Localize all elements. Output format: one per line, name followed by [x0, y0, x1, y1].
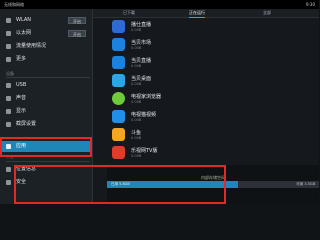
app-name: 乐视网TV版 — [131, 148, 158, 154]
sidebar-item-label: 应用 — [16, 143, 27, 149]
app-row[interactable]: 播仕直播 0.00B — [107, 18, 307, 36]
status-bar: 无线和网络 9:30 — [0, 0, 319, 9]
app-row[interactable]: 斗鱼 0.00B — [107, 126, 307, 144]
sidebar-item-label: USB — [16, 82, 27, 88]
app-icon — [112, 38, 125, 51]
app-size: 0.00B — [131, 118, 142, 122]
app-row[interactable]: 当贝桌面 0.00B — [107, 72, 307, 90]
section-device: 设备 — [6, 71, 90, 78]
display-icon — [6, 109, 11, 114]
app-name: 当贝市场 — [131, 40, 152, 46]
status-title: 无线和网络 — [4, 2, 24, 7]
storage-bar: 已用 5.8GB 可用 3.5GB — [107, 181, 319, 188]
app-name: 当贝桌面 — [131, 76, 152, 82]
sound-icon — [6, 96, 11, 101]
wlan-toggle[interactable]: 开启 — [68, 17, 86, 24]
sidebar-item-label: 更多 — [16, 56, 27, 62]
app-icon — [112, 20, 125, 33]
sidebar-item-screenshot[interactable]: 截屏设置 — [0, 119, 92, 130]
ethernet-icon — [6, 31, 11, 36]
status-time: 9:30 — [306, 2, 315, 7]
app-name: 电视家浏览器 — [131, 94, 162, 100]
ethernet-toggle[interactable]: 开启 — [68, 30, 86, 37]
sidebar-item-label: 安全 — [16, 179, 27, 185]
sidebar-item-label: 流量使用情况 — [16, 43, 47, 49]
app-size: 0.00B — [131, 82, 142, 86]
sidebar-item-security[interactable]: 安全 — [0, 177, 92, 188]
app-icon — [112, 128, 125, 141]
app-name: 当贝直播 — [131, 58, 152, 64]
sidebar-item-wlan[interactable]: WLAN 开启 — [0, 15, 92, 26]
storage-used: 已用 5.8GB — [111, 182, 130, 186]
sidebar-item-apps[interactable]: 应用 — [0, 141, 92, 152]
app-size: 0.00B — [131, 100, 142, 104]
app-icon — [112, 110, 125, 123]
apps-panel: 已下载 正在运行 全部 播仕直播 0.00B 当贝市场 0.00B 当贝直播 0… — [93, 9, 319, 204]
sidebar-item-label: 显示 — [16, 108, 27, 114]
sidebar-item-ethernet[interactable]: 以太网 开启 — [0, 28, 92, 39]
wifi-icon — [6, 18, 11, 23]
sidebar-item-label: 以太网 — [16, 30, 32, 36]
app-name: 电视猫视频 — [131, 112, 157, 118]
section-personal: 个人 — [6, 155, 90, 162]
app-size: 0.00B — [131, 136, 142, 140]
app-size: 0.00B — [131, 46, 142, 50]
app-size: 0.00B — [131, 64, 142, 68]
sidebar-item-label: 声音 — [16, 95, 27, 101]
app-icon — [112, 74, 125, 87]
app-row[interactable]: 当贝直播 0.00B — [107, 54, 307, 72]
app-icon — [112, 92, 125, 105]
sidebar-item-more[interactable]: 更多 — [0, 54, 92, 65]
settings-sidebar: WLAN 开启 以太网 开启 流量使用情况 更多 设备 USB 声音 显示 截屏… — [0, 9, 93, 204]
app-icon — [112, 56, 125, 69]
app-tabs: 已下载 正在运行 全部 — [93, 9, 319, 18]
storage-free: 可用 3.5GB — [296, 182, 315, 186]
app-row[interactable]: 乐视网TV版 0.00B — [107, 144, 307, 162]
sidebar-item-location[interactable]: 位置信息 — [0, 164, 92, 175]
apps-icon — [6, 144, 11, 149]
tab-all[interactable]: 全部 — [263, 9, 271, 17]
data-usage-icon — [6, 44, 11, 49]
app-size: 0.00B — [131, 28, 142, 32]
sidebar-item-label: 截屏设置 — [16, 121, 37, 127]
screenshot-icon — [6, 122, 11, 127]
sidebar-item-sound[interactable]: 声音 — [0, 93, 92, 104]
usb-icon — [6, 83, 11, 88]
app-size: 0.00B — [131, 154, 142, 158]
location-icon — [6, 167, 11, 172]
app-row[interactable]: 电视猫视频 0.00B — [107, 108, 307, 126]
app-name: 播仕直播 — [131, 22, 152, 28]
sidebar-item-usb[interactable]: USB — [0, 80, 92, 91]
app-row[interactable]: 电视家浏览器 0.00B — [107, 90, 307, 108]
storage-panel: 内部存储空间 已用 5.8GB 可用 3.5GB — [107, 165, 319, 204]
sidebar-item-data-usage[interactable]: 流量使用情况 — [0, 41, 92, 52]
app-row[interactable]: 当贝市场 0.00B — [107, 36, 307, 54]
tab-running[interactable]: 正在运行 — [189, 9, 205, 18]
tab-downloaded[interactable]: 已下载 — [123, 9, 135, 17]
lock-icon — [6, 180, 11, 185]
app-name: 斗鱼 — [131, 130, 142, 136]
more-icon — [6, 57, 11, 62]
sidebar-item-label: 位置信息 — [16, 166, 37, 172]
sidebar-item-display[interactable]: 显示 — [0, 106, 92, 117]
app-icon — [112, 146, 125, 159]
sidebar-item-label: WLAN — [16, 17, 32, 23]
